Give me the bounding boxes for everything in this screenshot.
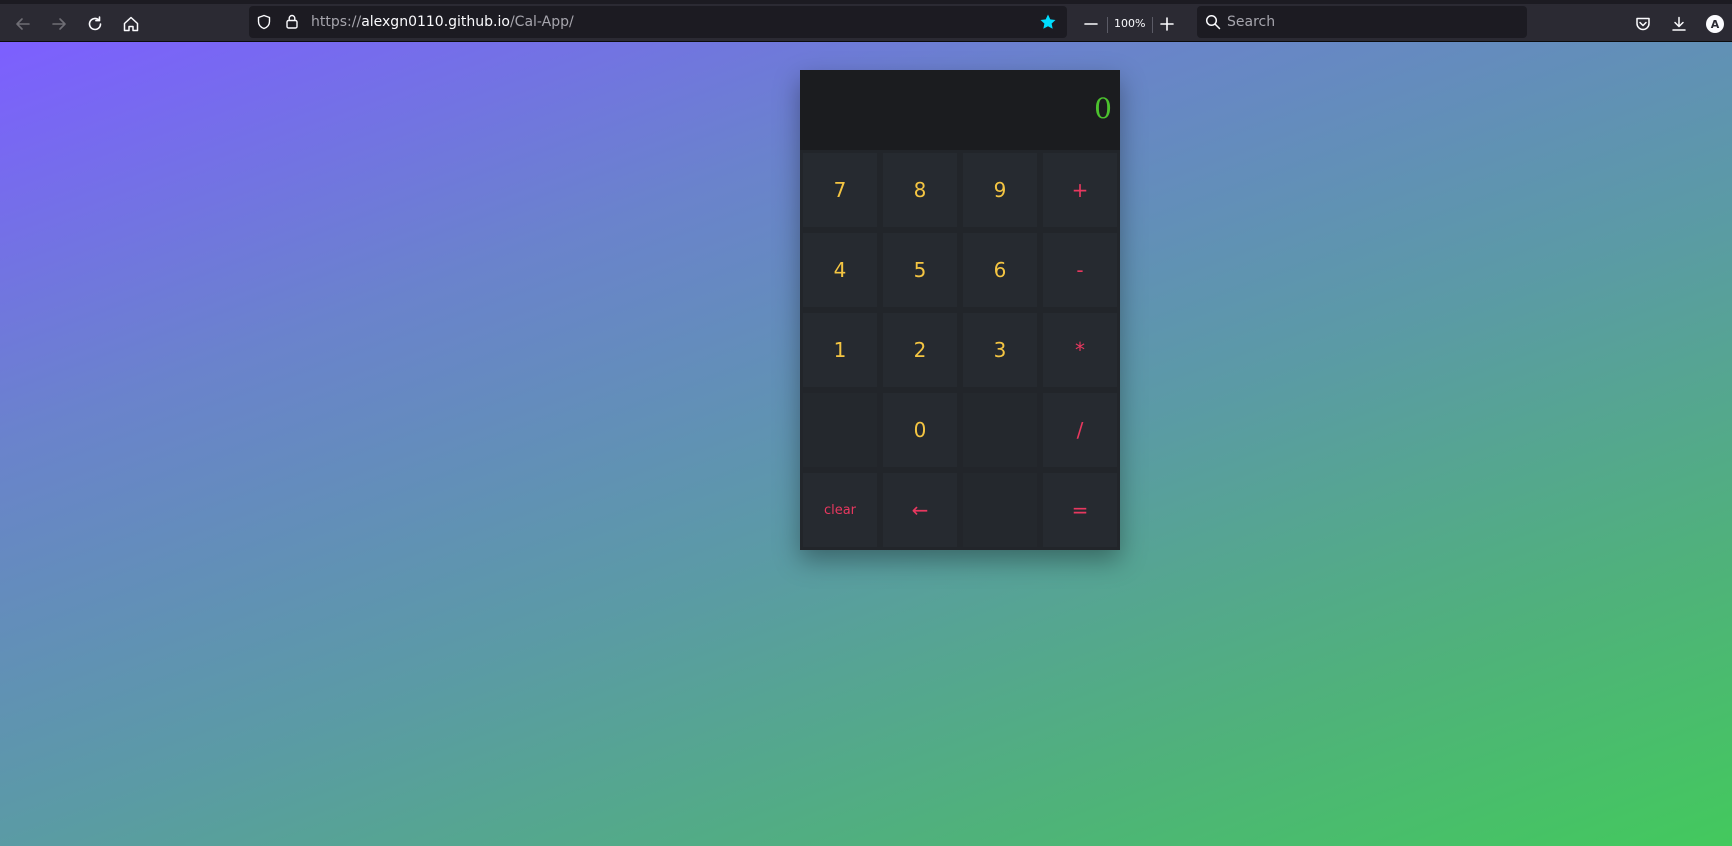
arrow-left-icon <box>16 18 30 30</box>
page-background: 0 7 8 9 +4 5 6- 1 2 3 * 0 / clear ← = <box>0 42 1732 846</box>
plus-icon <box>1160 17 1174 31</box>
minus-icon <box>1084 23 1098 25</box>
keypad: 7 8 9 +4 5 6- 1 2 3 * 0 / clear ← = <box>800 150 1120 550</box>
key-5[interactable]: 5 <box>882 232 958 308</box>
url-path: /Cal-App/ <box>509 14 574 30</box>
lock-icon[interactable] <box>284 13 300 34</box>
key-9[interactable]: 9 <box>962 152 1038 228</box>
browser-toolbar: https://alexgn0110.github.io/Cal-App/ 10… <box>0 0 1732 42</box>
key-blank <box>962 392 1038 468</box>
key-3[interactable]: 3 <box>962 312 1038 388</box>
display-value: 0 <box>1094 92 1112 125</box>
url-text[interactable]: https://alexgn0110.github.io/Cal-App/ <box>311 14 574 30</box>
reload-icon <box>88 16 102 31</box>
key-7[interactable]: 7 <box>802 152 878 228</box>
zoom-in-button[interactable] <box>1153 10 1181 38</box>
key-plus[interactable]: + <box>1042 152 1118 228</box>
key-divide[interactable]: / <box>1042 392 1118 468</box>
key-8[interactable]: 8 <box>882 152 958 228</box>
account-button[interactable]: A <box>1701 10 1729 38</box>
pocket-icon <box>1636 17 1650 31</box>
key-multiply[interactable]: * <box>1042 312 1118 388</box>
home-icon <box>123 16 139 32</box>
arrow-right-icon <box>52 18 66 30</box>
pocket-button[interactable] <box>1629 10 1657 38</box>
forward-button[interactable] <box>45 10 73 38</box>
url-host: alexgn0110.github.io <box>361 14 510 30</box>
key-clear[interactable]: clear <box>802 472 878 548</box>
bookmark-star-icon[interactable] <box>1039 13 1057 35</box>
calculator-display: 0 <box>800 70 1120 150</box>
key-6[interactable]: 6 <box>962 232 1038 308</box>
shield-icon[interactable] <box>256 14 272 34</box>
key-0[interactable]: 0 <box>882 392 958 468</box>
address-bar[interactable]: https://alexgn0110.github.io/Cal-App/ <box>249 6 1067 38</box>
key-2[interactable]: 2 <box>882 312 958 388</box>
key-minus[interactable]: - <box>1042 232 1118 308</box>
divider <box>1107 17 1108 33</box>
key-backspace[interactable]: ← <box>882 472 958 548</box>
key-blank <box>962 472 1038 548</box>
back-button[interactable] <box>9 10 37 38</box>
downloads-button[interactable] <box>1665 10 1693 38</box>
calculator: 0 7 8 9 +4 5 6- 1 2 3 * 0 / clear ← = <box>800 70 1120 550</box>
key-4[interactable]: 4 <box>802 232 878 308</box>
zoom-out-button[interactable] <box>1077 10 1105 38</box>
key-blank <box>802 392 878 468</box>
search-icon <box>1205 14 1221 34</box>
home-button[interactable] <box>117 10 145 38</box>
download-icon <box>1672 16 1686 31</box>
url-scheme: https:// <box>311 14 362 30</box>
search-input[interactable]: Search <box>1227 14 1275 30</box>
key-equals[interactable]: = <box>1042 472 1118 548</box>
avatar: A <box>1706 15 1724 33</box>
search-bar[interactable]: Search <box>1197 6 1527 38</box>
zoom-level[interactable]: 100% <box>1114 17 1145 31</box>
key-1[interactable]: 1 <box>802 312 878 388</box>
reload-button[interactable] <box>81 10 109 38</box>
